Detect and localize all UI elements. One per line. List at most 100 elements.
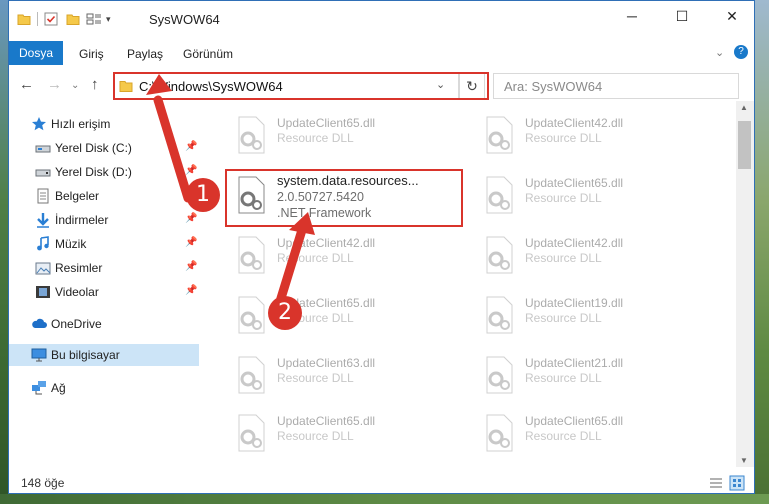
star-icon bbox=[32, 117, 46, 131]
file-name: UpdateClient65.dll bbox=[525, 414, 624, 428]
pin-icon[interactable]: 📌 bbox=[185, 261, 197, 272]
dll-file-icon bbox=[486, 356, 513, 394]
sidebar-item-videos[interactable]: Videolar 📌 bbox=[9, 281, 199, 303]
sidebar-item-drive-d[interactable]: Yerel Disk (D:) 📌 bbox=[9, 161, 199, 183]
back-icon[interactable]: ← bbox=[19, 76, 34, 93]
sidebar-item-label: Videolar bbox=[55, 285, 99, 299]
search-box[interactable]: Ara: SysWOW64 bbox=[493, 73, 739, 99]
drive-icon bbox=[35, 169, 51, 177]
sidebar-item-label: Ağ bbox=[51, 381, 66, 395]
file-type: Resource DLL bbox=[277, 251, 354, 265]
pin-icon[interactable]: 📌 bbox=[185, 141, 197, 152]
view-options-icon[interactable] bbox=[86, 12, 102, 26]
up-icon[interactable]: ↑ bbox=[91, 76, 99, 93]
expand-ribbon-icon[interactable]: ⌄ bbox=[715, 46, 724, 59]
properties-icon[interactable] bbox=[44, 12, 58, 26]
list-item[interactable]: UpdateClient65.dll Resource DLL bbox=[477, 407, 707, 457]
dll-file-icon bbox=[238, 296, 265, 334]
folder-icon bbox=[17, 14, 31, 25]
scroll-up-icon[interactable]: ▲ bbox=[740, 103, 748, 112]
maximize-button[interactable]: ☐ bbox=[659, 1, 705, 31]
dll-file-icon bbox=[486, 176, 513, 214]
computer-icon bbox=[31, 348, 47, 362]
music-icon bbox=[37, 236, 49, 251]
dll-file-icon bbox=[486, 116, 513, 154]
dll-file-icon bbox=[238, 414, 265, 452]
list-item[interactable]: UpdateClient21.dll Resource DLL bbox=[477, 349, 707, 399]
file-name: UpdateClient65.dll bbox=[277, 116, 376, 130]
list-item[interactable]: UpdateClient65.dll Resource DLL bbox=[229, 289, 459, 339]
sidebar-item-label: İndirmeler bbox=[55, 213, 109, 227]
separator bbox=[37, 12, 38, 26]
item-count: 148 öğe bbox=[21, 476, 65, 490]
sidebar-item-label: Bu bilgisayar bbox=[51, 348, 120, 362]
file-name: UpdateClient42.dll bbox=[525, 116, 624, 130]
scroll-down-icon[interactable]: ▼ bbox=[740, 456, 748, 465]
list-item[interactable]: UpdateClient65.dll Resource DLL bbox=[477, 169, 707, 219]
ribbon-tabs: Dosya Giriş Paylaş Görünüm ⌄ ? bbox=[9, 37, 754, 65]
address-highlight-box bbox=[113, 72, 489, 100]
file-name: UpdateClient63.dll bbox=[277, 356, 376, 370]
step-2-badge: 2 bbox=[268, 296, 302, 330]
list-item[interactable]: UpdateClient65.dll Resource DLL bbox=[229, 109, 459, 159]
title-bar: ▾ SysWOW64 ─ ☐ ✕ bbox=[9, 1, 754, 37]
list-item[interactable]: UpdateClient63.dll Resource DLL bbox=[229, 349, 459, 399]
sidebar-item-downloads[interactable]: İndirmeler 📌 bbox=[9, 209, 199, 231]
list-item[interactable]: UpdateClient42.dll Resource DLL bbox=[229, 229, 459, 279]
sidebar-item-label: Resimler bbox=[55, 261, 103, 275]
sidebar-item-label: Yerel Disk (D:) bbox=[55, 165, 132, 179]
sidebar-item-pictures[interactable]: Resimler 📌 bbox=[9, 257, 199, 279]
pin-icon[interactable]: 📌 bbox=[185, 285, 197, 296]
dll-file-icon bbox=[486, 414, 513, 452]
large-icons-view-icon[interactable] bbox=[729, 475, 745, 491]
tab-view[interactable]: Görünüm bbox=[183, 43, 233, 65]
network-icon bbox=[32, 381, 46, 395]
scrollbar-thumb[interactable] bbox=[738, 121, 751, 169]
pin-icon[interactable]: 📌 bbox=[185, 213, 197, 224]
window-title: SysWOW64 bbox=[149, 12, 220, 27]
file-list: UpdateClient65.dll Resource DLL UpdateCl… bbox=[205, 107, 735, 467]
tab-home[interactable]: Giriş bbox=[79, 43, 104, 65]
list-item[interactable]: UpdateClient65.dll Resource DLL bbox=[229, 407, 459, 457]
new-folder-icon[interactable] bbox=[66, 12, 80, 26]
vertical-scrollbar[interactable]: ▲ ▼ bbox=[736, 101, 754, 467]
dll-file-icon bbox=[486, 236, 513, 274]
sidebar-item-music[interactable]: Müzik 📌 bbox=[9, 233, 199, 255]
sidebar-item-onedrive[interactable]: OneDrive bbox=[9, 313, 199, 335]
details-view-icon[interactable] bbox=[709, 476, 723, 490]
close-button[interactable]: ✕ bbox=[709, 1, 754, 31]
sidebar-item-documents[interactable]: Belgeler 📌 bbox=[9, 185, 199, 207]
file-name: UpdateClient19.dll bbox=[525, 296, 624, 310]
sidebar-item-quick-access[interactable]: Hızlı erişim bbox=[9, 113, 199, 135]
dll-file-icon bbox=[238, 356, 265, 394]
recent-locations-icon[interactable]: ⌄ bbox=[71, 80, 79, 91]
list-item[interactable]: UpdateClient42.dll Resource DLL bbox=[477, 229, 707, 279]
sidebar-item-label: Müzik bbox=[55, 237, 87, 251]
tab-file[interactable]: Dosya bbox=[9, 41, 63, 65]
sidebar-item-label: Yerel Disk (C:) bbox=[55, 141, 132, 155]
tab-share[interactable]: Paylaş bbox=[127, 43, 163, 65]
navigation-pane: Hızlı erişim Yerel Disk (C:) 📌 Yerel Dis… bbox=[9, 107, 199, 467]
file-type: Resource DLL bbox=[525, 191, 602, 205]
status-bar: 148 öğe bbox=[9, 471, 754, 493]
forward-icon[interactable]: → bbox=[47, 76, 62, 93]
file-name: UpdateClient65.dll bbox=[525, 176, 624, 190]
sidebar-item-this-pc[interactable]: Bu bilgisayar bbox=[9, 344, 199, 366]
pin-icon[interactable]: 📌 bbox=[185, 237, 197, 248]
help-icon[interactable]: ? bbox=[734, 45, 748, 59]
sidebar-item-network[interactable]: Ağ bbox=[9, 377, 199, 399]
file-highlight-box bbox=[225, 169, 463, 227]
search-placeholder: Ara: SysWOW64 bbox=[504, 79, 603, 94]
dll-file-icon bbox=[238, 236, 265, 274]
sidebar-item-drive-c[interactable]: Yerel Disk (C:) 📌 bbox=[9, 137, 199, 159]
file-type: Resource DLL bbox=[277, 131, 354, 145]
list-item[interactable]: UpdateClient19.dll Resource DLL bbox=[477, 289, 707, 339]
list-item[interactable]: UpdateClient42.dll Resource DLL bbox=[477, 109, 707, 159]
explorer-window: ▾ SysWOW64 ─ ☐ ✕ Dosya Giriş Paylaş Görü… bbox=[8, 0, 755, 494]
step-1-badge: 1 bbox=[186, 178, 220, 212]
minimize-button[interactable]: ─ bbox=[609, 1, 655, 31]
navigation-bar: ← → ⌄ ↑ C:\Windows\SysWOW64 ⌄ ↻ Ara: Sys… bbox=[9, 65, 754, 107]
drive-icon bbox=[35, 145, 51, 153]
pin-icon[interactable]: 📌 bbox=[185, 165, 197, 176]
customize-toolbar-icon[interactable]: ▾ bbox=[106, 14, 111, 25]
